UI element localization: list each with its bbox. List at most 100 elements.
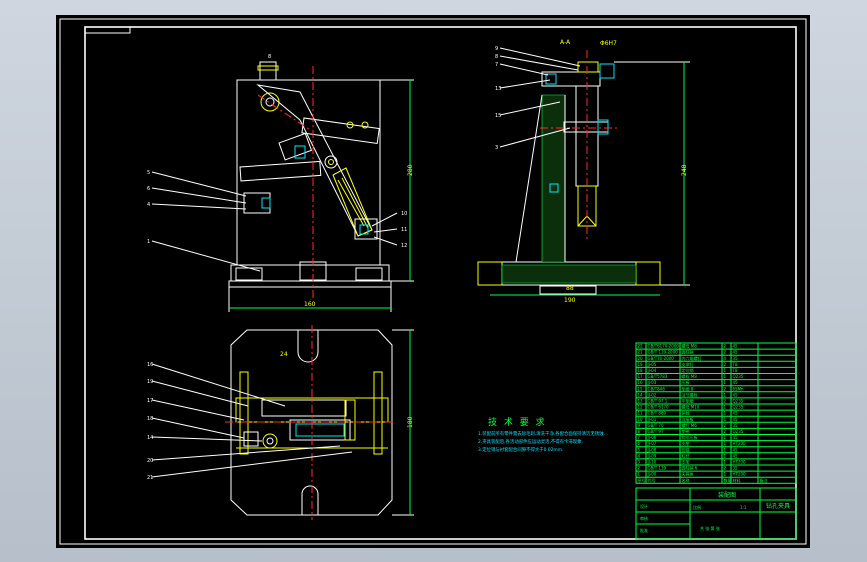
leader-top-4: 18: [147, 416, 153, 422]
leader-front-1: 5: [147, 170, 150, 176]
bom-cell: GB/T 97: [648, 429, 664, 434]
bom-header-cell: 备注: [760, 477, 768, 483]
bom-cell: 22: [638, 344, 644, 349]
bom-cell: 销轴: [682, 410, 690, 416]
bom-cell: JJ-09: [647, 453, 657, 458]
bom-cell: 21: [638, 350, 644, 355]
drawing-canvas[interactable]: 280 160 5 6 4 1 10 11 12 8 248 190 88 A-…: [0, 0, 867, 562]
bom-cell: 螺钉 M6: [682, 422, 698, 428]
bom-cell: JJ-00: [647, 472, 657, 477]
leader-side-2: 8: [495, 54, 498, 60]
bom-cell: 螺栓 M8: [682, 373, 698, 379]
dim-top-slot: 24: [280, 351, 288, 358]
bom-header-cell: 数量: [724, 477, 732, 483]
bom-cell: 16: [638, 380, 644, 385]
bom-cell: 45: [733, 344, 739, 349]
dim-side-base: 88: [566, 285, 574, 292]
bom-cell: 45: [733, 453, 739, 458]
bom-cell: 铰链: [682, 446, 690, 452]
bom-cell: T8: [732, 368, 738, 373]
dim-side-height: 248: [681, 164, 688, 176]
bom-cell: 10: [638, 417, 644, 422]
dim-top-depth: 180: [407, 416, 414, 428]
bom-cell: 45: [733, 417, 739, 422]
bom-cell: 17: [638, 374, 644, 379]
leader-front-2: 6: [147, 186, 150, 192]
bom-cell: 45: [733, 435, 739, 440]
bom-cell: 35: [733, 356, 739, 361]
bom-cell: 65Mn: [733, 386, 745, 391]
leader-side-4: 13: [495, 86, 501, 92]
bom-cell: HT200: [733, 472, 747, 477]
bom-cell: JJ-02: [647, 392, 657, 397]
assembly-name: 装配图: [718, 491, 736, 499]
bom-cell: GB/T848: [648, 386, 666, 391]
leader-top-3: 17: [147, 398, 153, 404]
bom-cell: 支架: [682, 459, 690, 465]
sheet-label: 共 张 第 张: [700, 525, 720, 531]
bom-cell: 13: [638, 399, 644, 404]
designer-label: 设计: [640, 503, 648, 509]
tech-req-1: 1.装配前所有零件需去除毛刺,清洗干净,各配合面保持清洁无锈蚀.: [478, 430, 605, 437]
leader-top-1: 16: [147, 362, 153, 368]
bom-cell: 圆柱销 6: [682, 465, 698, 471]
bom-cell: GB/T 880: [648, 411, 667, 416]
bom-cell: Q235: [733, 405, 744, 410]
bom-cell: T8: [732, 362, 738, 367]
leader-front-6: 11: [401, 227, 407, 233]
bom-cell: 15: [638, 386, 644, 391]
section-marker: A-A: [560, 39, 571, 46]
leader-side-3: 7: [495, 62, 498, 68]
bom-cell: 18: [638, 368, 644, 373]
bom-cell: 45: [733, 447, 739, 452]
cad-viewport[interactable]: 280 160 5 6 4 1 10 11 12 8 248 190 88 A-…: [0, 0, 867, 562]
bom-cell: JJ-07: [647, 441, 657, 446]
bom-cell: 支座: [682, 440, 690, 446]
leader-side-1: 9: [495, 46, 498, 52]
bom-cell: HT200: [733, 441, 747, 446]
bom-cell: 19: [638, 362, 644, 367]
bom-cell: 活节螺栓: [682, 391, 698, 397]
bom-cell: JJ-08: [647, 447, 657, 452]
bom-cell: JJ-10: [647, 460, 657, 465]
bom-cell: 14: [638, 392, 644, 397]
bom-cell: Q235: [733, 399, 744, 404]
bom-cell: JJ-03: [647, 380, 657, 385]
bom-cell: 垫圈: [682, 428, 690, 434]
leader-front-3: 4: [147, 202, 150, 208]
bom-cell: 45: [733, 392, 739, 397]
bom-cell: 夹具体: [682, 471, 694, 477]
leader-front-8: 8: [268, 54, 271, 60]
bom-cell: GB/T5783: [648, 374, 668, 379]
bom-cell: 35: [733, 423, 739, 428]
leader-side-6: 3: [495, 145, 498, 151]
bom-cell: 垫圈 8: [682, 385, 694, 391]
bom-cell: JJ-04: [647, 368, 657, 373]
bom-cell: GB/T 70: [648, 423, 664, 428]
bom-cell: JJ-05: [647, 362, 657, 367]
part-name: 钻孔夹具: [766, 502, 790, 510]
fit-note: Φ6H7: [600, 40, 617, 47]
bom-cell: 圆柱销: [682, 349, 694, 355]
tech-req-title: 技 术 要 求: [488, 416, 547, 428]
bom-cell: 连接板: [682, 416, 694, 422]
bom-cell: 螺母 M10: [682, 404, 700, 410]
checker-label: 审核: [640, 515, 648, 521]
bom-cell: 平垫圈: [682, 398, 694, 404]
leader-top-6: 20: [147, 458, 153, 464]
leader-top-2: 19: [147, 379, 153, 385]
bom-cell: GB/T6170-2000: [648, 344, 680, 349]
tech-req-2: 2.夹具装配后,各活动部件应运动灵活,不得有卡滞现象.: [478, 438, 583, 445]
bom-cell: HT200: [733, 460, 747, 465]
bom-cell: Q235: [733, 429, 744, 434]
bom-cell: 支承钉: [682, 361, 694, 367]
bom-cell: 螺母 M8: [682, 343, 698, 349]
bom-cell: 钩形压板: [682, 434, 698, 440]
bom-header-cell: 序号: [638, 477, 646, 483]
dim-front-width: 160: [304, 301, 316, 308]
bom-cell: GB/T 6170: [648, 405, 670, 410]
bom-cell: 定位销: [682, 367, 694, 373]
bom-header-cell: 代号: [648, 477, 656, 483]
bom-cell: 压板: [682, 379, 690, 385]
bom-cell: GB/T70-2000: [648, 356, 675, 361]
